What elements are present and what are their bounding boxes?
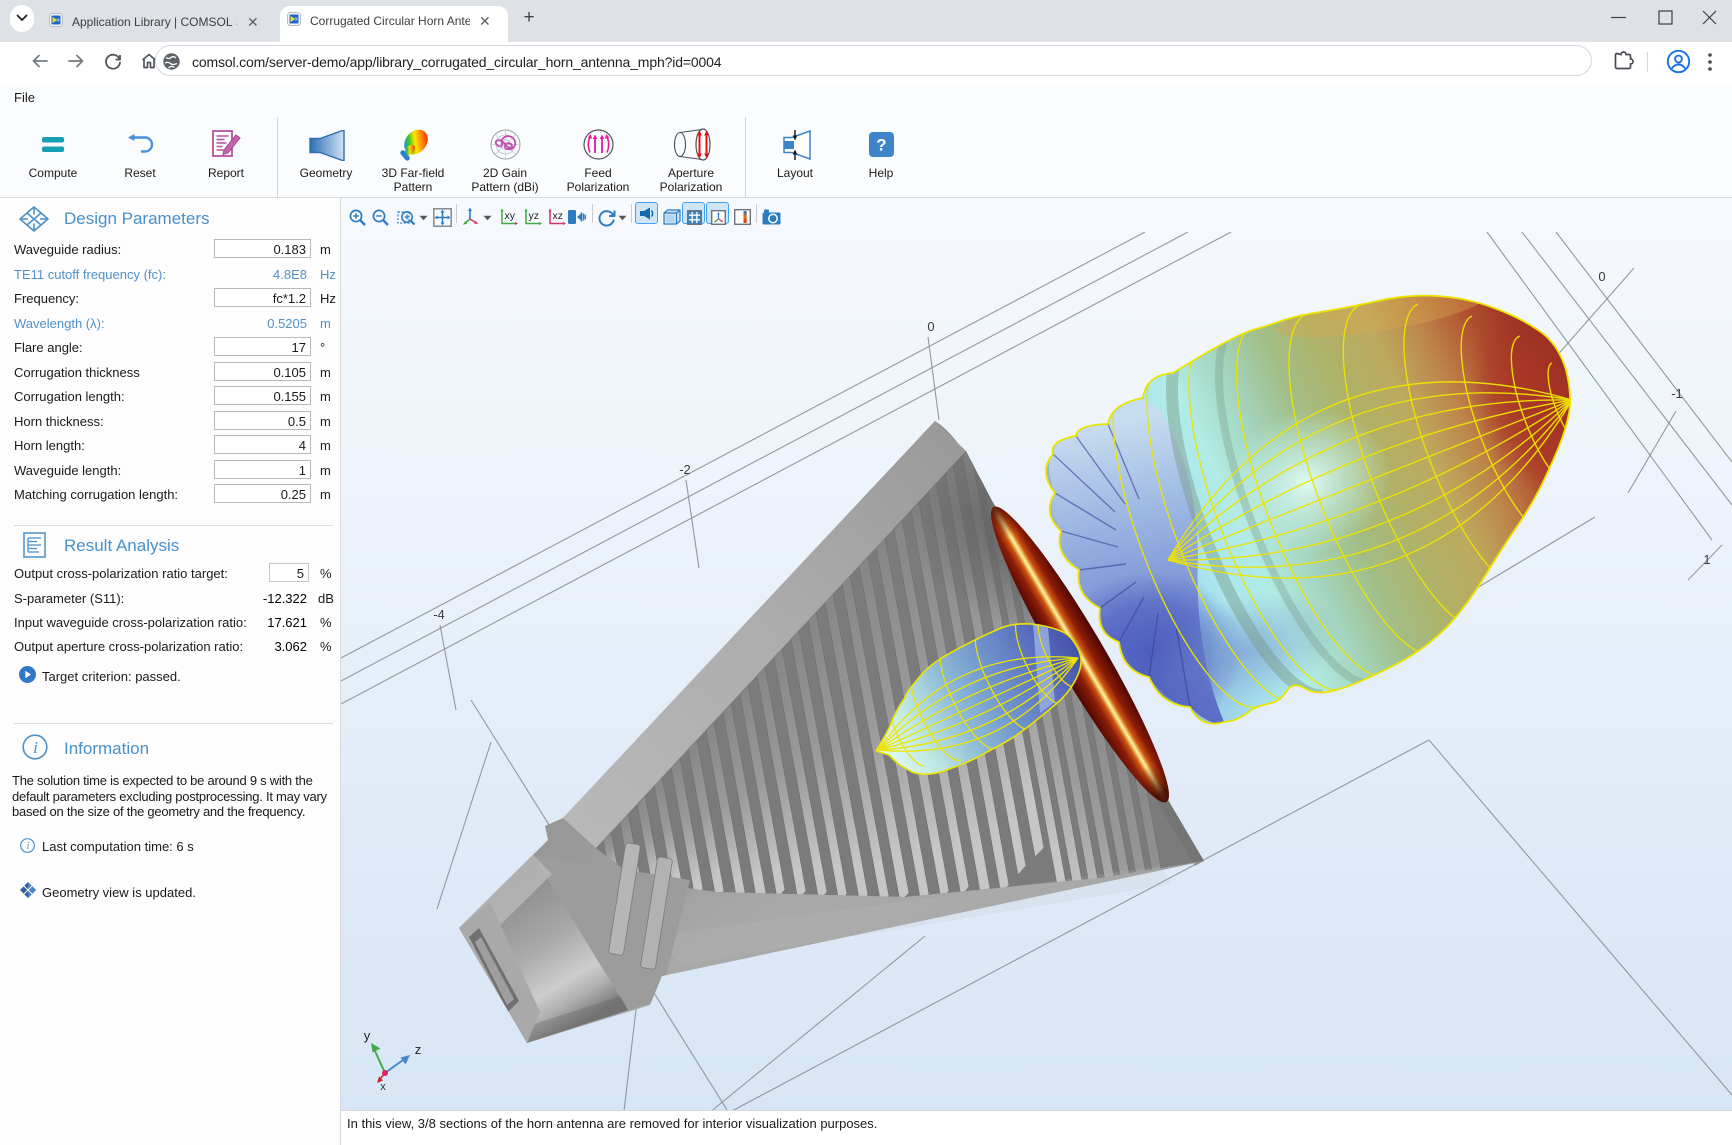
svg-text:z: z: [415, 1042, 422, 1057]
svg-text:-4: -4: [433, 607, 445, 622]
svg-text:yz: yz: [529, 210, 540, 222]
svg-text:i: i: [27, 841, 30, 852]
svg-text:-2: -2: [679, 462, 691, 477]
svg-text:xy: xy: [505, 210, 516, 222]
svg-text:x: x: [380, 1081, 386, 1093]
svg-text:i: i: [33, 738, 38, 757]
svg-text:0: 0: [927, 319, 934, 334]
svg-text:0: 0: [1598, 269, 1605, 284]
svg-text:y: y: [364, 1028, 371, 1043]
svg-text:1: 1: [1703, 552, 1710, 567]
svg-text:?: ?: [876, 136, 886, 155]
svg-text:-1: -1: [1671, 386, 1683, 401]
svg-text:xz: xz: [553, 210, 564, 222]
